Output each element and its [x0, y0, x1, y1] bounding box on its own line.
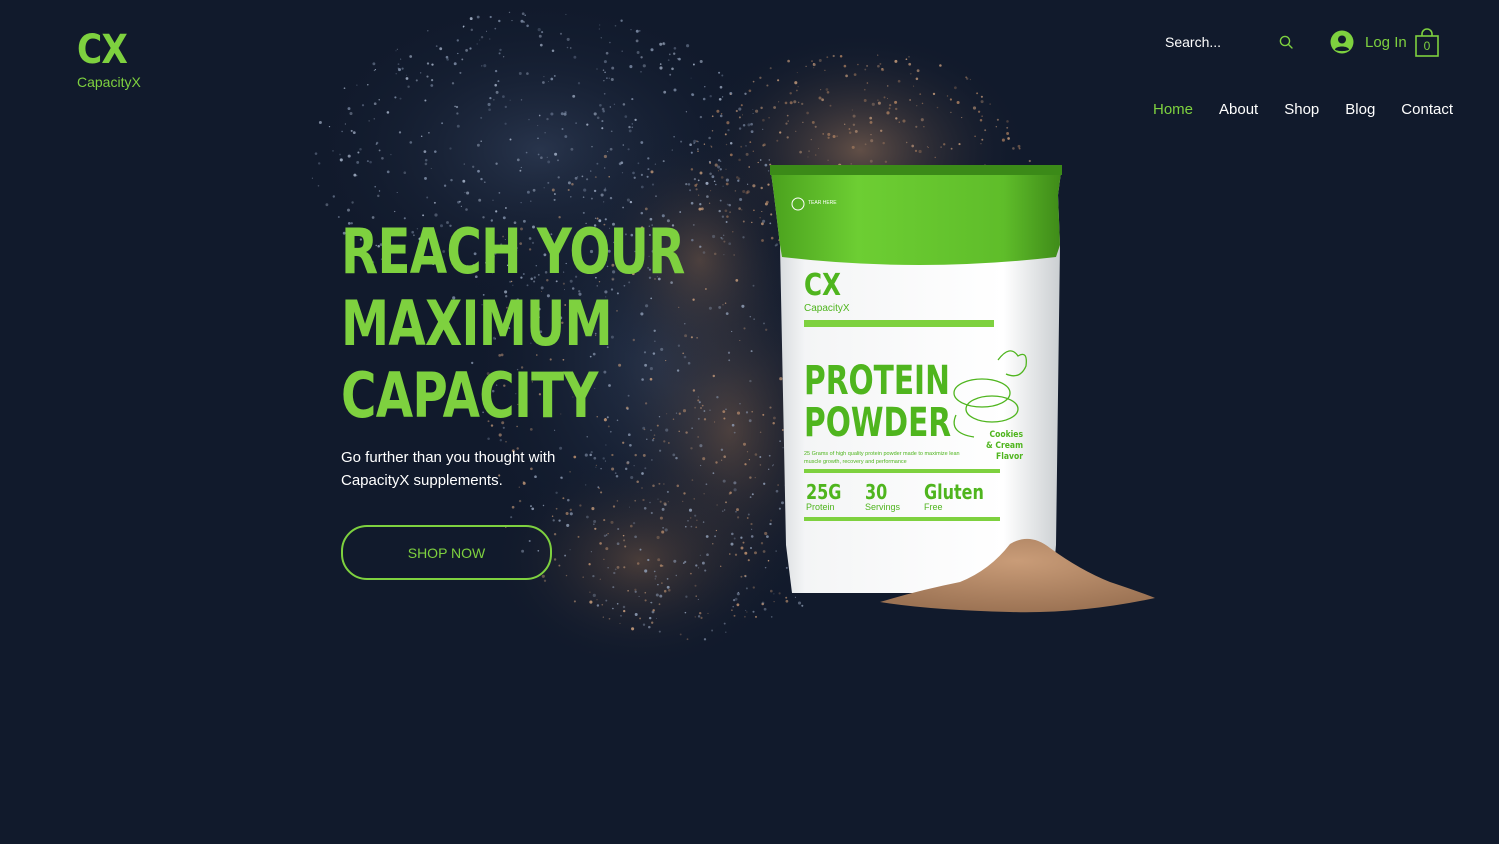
bag-title: PROTEIN POWDER [804, 360, 951, 444]
brand-logo[interactable]: CX CapacityX [77, 28, 141, 90]
hero-subtitle: Go further than you thought with Capacit… [341, 446, 601, 492]
search-icon[interactable] [1278, 34, 1294, 50]
logo-mark: CX [77, 27, 128, 73]
bag-brand-name: CapacityX [804, 303, 850, 314]
bag-stat-value: 30 [865, 480, 888, 504]
product-image: TEAR HERE CX CapacityX PROTEIN POWDER Co… [760, 160, 1160, 620]
search-bar [1160, 28, 1300, 56]
logo-name: CapacityX [77, 74, 141, 90]
bag-flavor-line: Flavor [996, 452, 1024, 462]
nav-item-shop[interactable]: Shop [1271, 98, 1332, 121]
tear-here-label: TEAR HERE [808, 200, 837, 206]
hero-title-line: CAPACITY [341, 359, 598, 432]
bag-stat: Gluten Free [924, 480, 999, 512]
login-button[interactable]: Log In [1330, 29, 1407, 55]
bag-description: 25 Grams of high quality protein powder … [804, 451, 960, 465]
hero-title-line: REACH YOUR [341, 215, 685, 288]
hero-subtitle-line: CapacityX supplements. [341, 472, 503, 489]
cart-button[interactable]: 0 [1414, 28, 1440, 58]
bag-stat: 25G Protein [806, 480, 850, 512]
bag-flavor: Cookies & Cream Flavor [986, 430, 1023, 463]
nav-item-blog[interactable]: Blog [1332, 98, 1388, 121]
nav-item-contact[interactable]: Contact [1388, 98, 1466, 121]
login-label: Log In [1365, 33, 1407, 51]
bag-flavor-line: Cookies [989, 430, 1024, 440]
nav-item-about[interactable]: About [1206, 98, 1271, 121]
bag-title-line: PROTEIN [804, 358, 950, 404]
bag-brand-mark: CX [804, 268, 842, 303]
powder-pile [880, 538, 1155, 613]
hero-title: REACH YOUR MAXIMUM CAPACITY [341, 215, 685, 432]
search-input[interactable] [1160, 34, 1280, 50]
shop-now-button[interactable]: SHOP NOW [341, 525, 552, 580]
hero-subtitle-line: Go further than you thought with [341, 449, 556, 466]
bag-stat-value: 25G [806, 480, 842, 504]
bag-stat-value: Gluten [924, 480, 984, 504]
cart-count: 0 [1423, 39, 1431, 53]
main-nav: Home About Shop Blog Contact [1140, 98, 1466, 121]
protein-dust-cloud [300, 0, 1031, 670]
nav-item-home[interactable]: Home [1140, 98, 1206, 121]
user-avatar-icon [1330, 30, 1354, 54]
hero-title-line: MAXIMUM [341, 287, 613, 360]
bag-stat: 30 Servings [865, 480, 900, 512]
bag-title-line: POWDER [804, 400, 952, 446]
landing-page: CX CapacityX Log In 0 Home About Shop Bl… [0, 0, 1499, 844]
bag-flavor-line: & Cream [986, 441, 1024, 451]
